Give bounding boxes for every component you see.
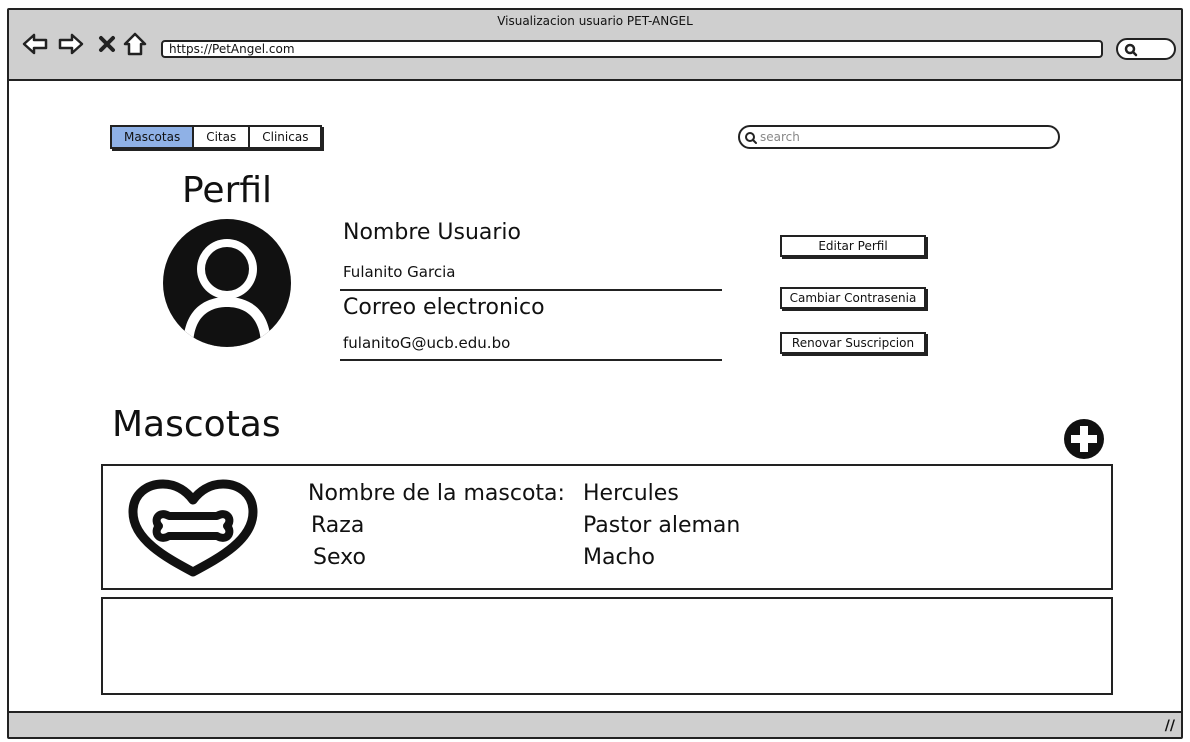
close-icon[interactable] <box>93 30 121 58</box>
search-icon <box>745 132 757 144</box>
url-input[interactable]: https://PetAngel.com <box>161 40 1103 58</box>
add-icon[interactable] <box>1063 418 1105 460</box>
browser-search-button[interactable] <box>1116 38 1176 60</box>
email-divider <box>340 359 722 361</box>
forward-icon[interactable] <box>57 30 85 58</box>
tab-mascotas[interactable]: Mascotas <box>112 127 195 147</box>
edit-profile-button[interactable]: Editar Perfil <box>780 235 926 257</box>
pet-sex-label: Sexo <box>313 545 366 570</box>
pet-breed-value: Pastor aleman <box>583 513 741 538</box>
username-label: Nombre Usuario <box>343 220 522 245</box>
resize-grip-icon[interactable]: // <box>1165 718 1175 734</box>
page-title: Perfil <box>182 170 273 211</box>
status-bar: // <box>9 711 1181 737</box>
change-password-button[interactable]: Cambiar Contrasenia <box>780 287 926 309</box>
title-bar: Visualizacion usuario PET-ANGEL https://… <box>9 10 1181 81</box>
search-input[interactable]: search <box>738 125 1060 149</box>
back-icon[interactable] <box>21 30 49 58</box>
avatar-icon <box>163 219 291 347</box>
tab-clinicas[interactable]: Clinicas <box>250 127 321 147</box>
pet-name-label: Nombre de la mascota: <box>308 481 565 506</box>
search-placeholder: search <box>760 130 800 144</box>
search-icon <box>1124 43 1138 57</box>
pet-breed-label: Raza <box>311 513 365 538</box>
pet-card-empty[interactable] <box>101 597 1113 695</box>
username-divider <box>340 289 722 291</box>
renew-subscription-button[interactable]: Renovar Suscripcion <box>780 332 926 354</box>
pet-sex-value: Macho <box>583 545 655 570</box>
pet-name-value: Hercules <box>583 481 679 506</box>
username-value: Fulanito Garcia <box>343 263 456 281</box>
pets-section-title: Mascotas <box>112 404 281 445</box>
window-title: Visualizacion usuario PET-ANGEL <box>497 14 693 28</box>
section-tabs: Mascotas Citas Clinicas <box>110 125 323 149</box>
email-value: fulanitoG@ucb.edu.bo <box>343 334 511 352</box>
pet-heart-bone-icon <box>128 479 258 577</box>
tab-citas[interactable]: Citas <box>194 127 251 147</box>
email-label: Correo electronico <box>343 295 545 320</box>
pet-card[interactable]: Nombre de la mascota: Hercules Raza Past… <box>101 464 1113 590</box>
home-icon[interactable] <box>121 30 149 58</box>
